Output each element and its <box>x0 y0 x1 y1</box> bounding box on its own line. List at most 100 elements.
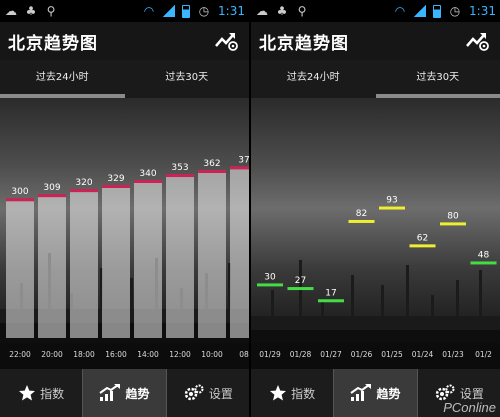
hour-bar <box>102 187 130 338</box>
hour-tick-label: 20:00 <box>41 350 63 359</box>
hour-tick-label: 12:00 <box>169 350 191 359</box>
ground <box>251 330 500 343</box>
status-time: 1:31 <box>469 4 496 18</box>
daily-chart-svg: 30 27 17 82 93 62 80 48 <box>251 196 500 343</box>
trend-gear-icon <box>466 33 489 51</box>
nav-trend-label: 趋势 <box>376 386 401 401</box>
status-bar: ☁ ♣ ⚲ ◠ ◷ 1:31 <box>0 0 249 22</box>
wifi-icon: ◠ <box>394 4 406 18</box>
bottom-nav: 指数 趋势 设置 <box>0 369 249 417</box>
usb-icon: ⚲ <box>297 4 307 18</box>
status-bar: ☁ ♣ ⚲ ◠ ◷ 1:31 <box>251 0 500 22</box>
day-value-label: 93 <box>386 196 397 206</box>
trend-icon <box>350 384 372 401</box>
hour-bar <box>198 172 226 338</box>
hour-bar <box>38 197 66 338</box>
tab-past-30-days[interactable]: 过去30天 <box>375 60 500 98</box>
tab-bar: 过去24小时 过去30天 <box>0 60 249 98</box>
hour-value-label: 362 <box>203 159 220 169</box>
hour-bar-cap <box>134 179 162 183</box>
hour-value-label: 309 <box>43 183 60 193</box>
tab-past-30-days[interactable]: 过去30天 <box>125 60 250 98</box>
day-value-label: 82 <box>356 209 367 219</box>
hour-bar-cap <box>230 166 249 170</box>
day-tick-label: 01/26 <box>350 350 373 359</box>
day-tick-label: 01/24 <box>411 350 434 359</box>
hour-tick-label: 22:00 <box>9 350 31 359</box>
nav-index-button[interactable]: 指数 <box>0 369 82 417</box>
nav-index-label: 指数 <box>291 386 316 401</box>
hour-tick-label: 14:00 <box>137 350 159 359</box>
hour-tick-label: 08 <box>239 350 249 359</box>
day-marker <box>440 222 466 226</box>
day-value-label: 62 <box>417 233 428 243</box>
hour-value-label: 320 <box>75 178 92 188</box>
gear-icon <box>184 384 204 401</box>
status-time: 1:31 <box>218 4 245 18</box>
nav-trend-button[interactable]: 趋势 <box>82 369 167 417</box>
daily-x-axis: 01/29 01/28 01/27 01/26 01/25 01/24 01/23 01/2 <box>251 343 500 369</box>
hour-tick-label: 16:00 <box>105 350 127 359</box>
hour-bar-cap <box>6 198 34 202</box>
hour-value-label: 353 <box>171 163 188 173</box>
hour-value-label: 300 <box>11 187 28 197</box>
usb-icon: ⚲ <box>46 4 56 18</box>
nav-settings-label: 设置 <box>208 386 233 401</box>
hourly-chart-svg: 300 309 320 329 340 353 362 37 <box>0 155 249 343</box>
day-value-label: 27 <box>295 276 306 286</box>
nav-index-button[interactable]: 指数 <box>251 369 333 417</box>
hour-bar <box>230 169 249 338</box>
hour-bar-cap <box>198 169 226 173</box>
day-marker <box>257 283 283 287</box>
trend-gear-icon <box>215 33 238 51</box>
tab-past-24-hours[interactable]: 过去24小时 <box>0 60 125 98</box>
day-value-label: 30 <box>264 272 276 282</box>
day-tick-label: 01/23 <box>442 350 464 359</box>
battery-icon <box>182 4 191 18</box>
trend-icon <box>99 384 121 401</box>
day-marker <box>287 287 314 291</box>
trend-settings-button[interactable] <box>213 27 241 55</box>
day-marker <box>348 219 375 223</box>
factory-skyline <box>251 260 500 343</box>
hour-bar-cap <box>102 184 130 188</box>
day-tick-label: 01/29 <box>259 350 281 359</box>
hourly-bar-chart: 300 309 320 329 340 353 362 37 <box>0 98 249 343</box>
hour-tick-label: 10:00 <box>201 350 223 359</box>
alarm-icon: ◷ <box>449 4 461 18</box>
day-marker <box>379 206 405 210</box>
nav-settings-button[interactable]: 设置 <box>167 369 249 417</box>
day-tick-label: 01/25 <box>381 350 403 359</box>
hour-value-label: 329 <box>107 174 124 184</box>
alarm-icon: ◷ <box>198 4 210 18</box>
day-marker <box>318 299 344 303</box>
nav-trend-button[interactable]: 趋势 <box>333 369 418 417</box>
title-bar: 北京趋势图 <box>251 22 500 60</box>
hourly-x-axis: 22:00 20:00 18:00 16:00 14:00 12:00 10:00 08 <box>0 343 249 369</box>
nav-trend-label: 趋势 <box>125 386 150 401</box>
hour-bar-cap <box>38 194 66 198</box>
hour-tick-label: 18:00 <box>73 350 95 359</box>
hour-bar <box>134 182 162 338</box>
hour-bar <box>70 192 98 338</box>
weather-cloud-icon: ☁ <box>5 4 17 18</box>
day-marker <box>470 261 497 265</box>
hour-value-label: 340 <box>139 169 156 179</box>
page-title: 北京趋势图 <box>259 33 349 54</box>
trend-settings-button[interactable] <box>464 27 492 55</box>
weather-cloud-icon: ☁ <box>256 4 268 18</box>
star-icon <box>19 385 36 401</box>
hour-bar-cap <box>70 189 98 193</box>
title-bar: 北京趋势图 <box>0 22 249 60</box>
star-icon <box>270 385 287 401</box>
android-icon: ♣ <box>25 4 37 18</box>
page-title: 北京趋势图 <box>8 33 98 54</box>
nav-settings-label: 设置 <box>459 386 484 401</box>
hour-bar <box>6 201 34 338</box>
tab-bar: 过去24小时 过去30天 <box>251 60 500 98</box>
tab-past-24-hours[interactable]: 过去24小时 <box>251 60 376 98</box>
phone-screen-24h: ☁ ♣ ⚲ ◠ ◷ 1:31 北京趋势图 过去24小时 过去30天 300 309… <box>0 0 249 417</box>
day-tick-label: 01/2 <box>475 350 492 359</box>
hour-bar <box>166 177 194 338</box>
day-value-label: 80 <box>447 211 459 221</box>
